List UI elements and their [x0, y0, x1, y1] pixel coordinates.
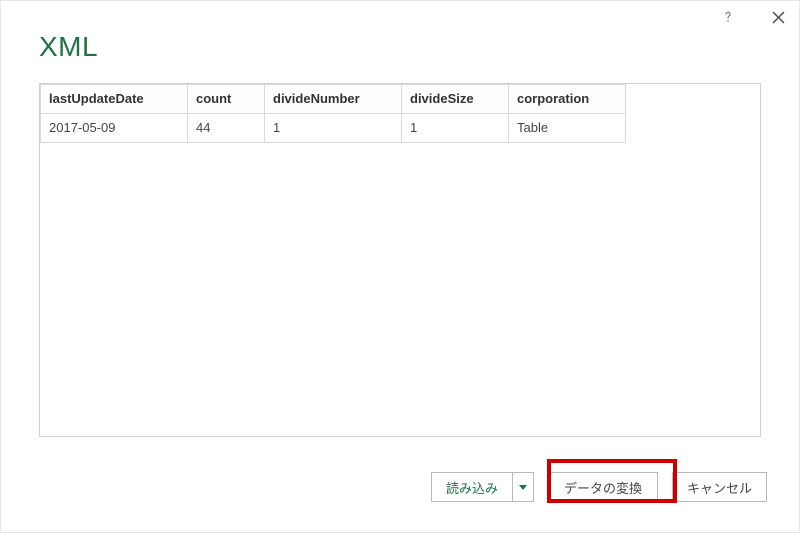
cell-lastUpdateDate: 2017-05-09	[41, 114, 188, 143]
load-dropdown-button[interactable]	[513, 472, 534, 502]
cancel-button[interactable]: キャンセル	[672, 472, 767, 502]
load-split-button: 読み込み	[431, 472, 534, 502]
xml-navigator-dialog: XML lastUpdateDate count divideNumber di…	[0, 0, 800, 533]
col-header-lastUpdateDate[interactable]: lastUpdateDate	[41, 85, 188, 114]
header-row: lastUpdateDate count divideNumber divide…	[41, 85, 626, 114]
close-button[interactable]	[763, 5, 793, 29]
help-button[interactable]	[713, 5, 743, 29]
dialog-footer: 読み込み データの変換 キャンセル	[431, 472, 767, 502]
cell-corporation: Table	[509, 114, 626, 143]
preview-table: lastUpdateDate count divideNumber divide…	[40, 84, 626, 143]
col-header-divideNumber[interactable]: divideNumber	[265, 85, 402, 114]
titlebar-controls	[713, 5, 793, 29]
preview-table-container: lastUpdateDate count divideNumber divide…	[39, 83, 761, 437]
transform-data-button[interactable]: データの変換	[548, 472, 658, 502]
dialog-title: XML	[39, 31, 98, 63]
col-header-corporation[interactable]: corporation	[509, 85, 626, 114]
chevron-down-icon	[519, 485, 527, 490]
cell-count: 44	[188, 114, 265, 143]
cell-divideSize: 1	[402, 114, 509, 143]
load-button[interactable]: 読み込み	[431, 472, 513, 502]
table-row[interactable]: 2017-05-09 44 1 1 Table	[41, 114, 626, 143]
col-header-divideSize[interactable]: divideSize	[402, 85, 509, 114]
col-header-count[interactable]: count	[188, 85, 265, 114]
cell-divideNumber: 1	[265, 114, 402, 143]
